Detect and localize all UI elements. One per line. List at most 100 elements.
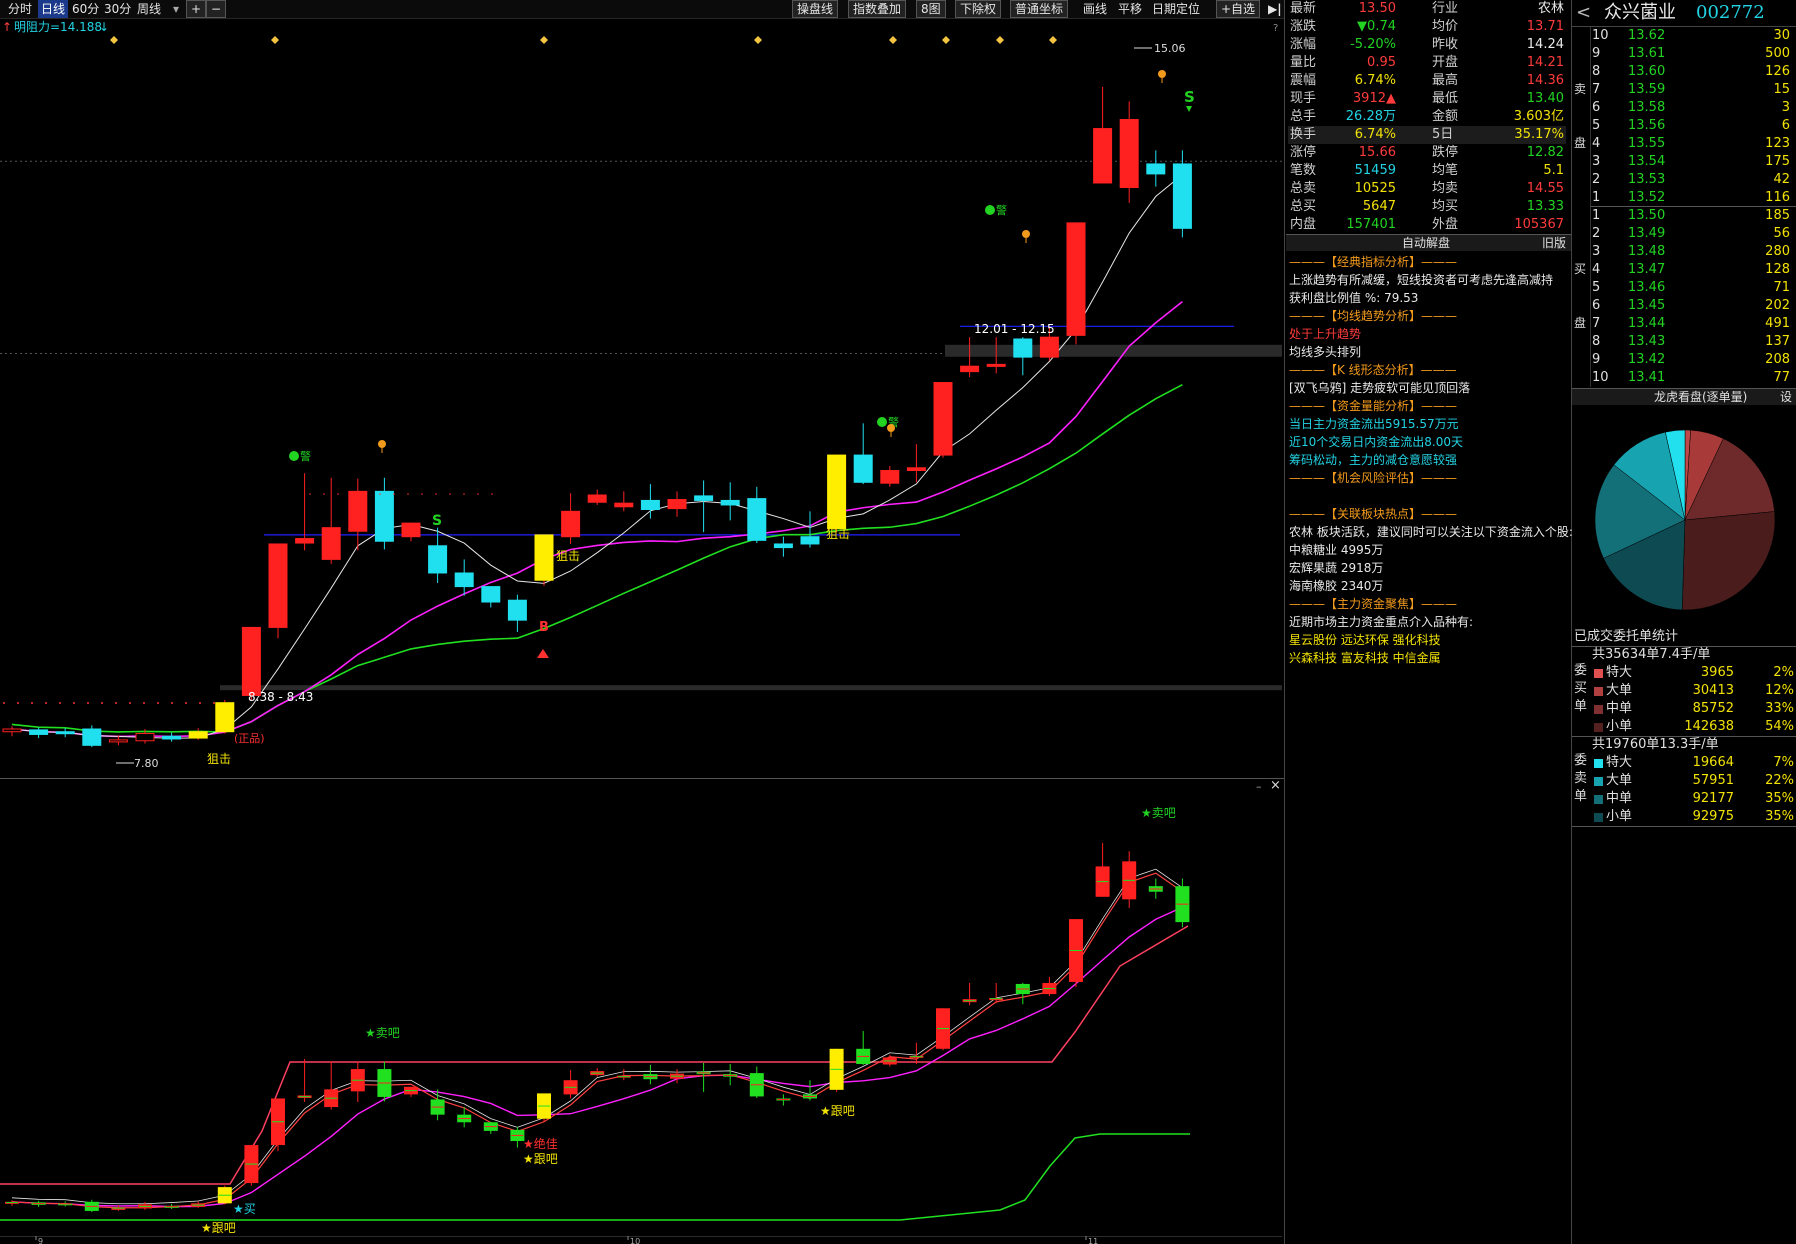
- buy-level: 9: [1592, 352, 1601, 367]
- indicator-chart[interactable]: ★卖吧 ★卖吧 ★跟吧 ★跟吧 ★跟吧 ★买 ★绝佳: [0, 796, 1282, 1236]
- sell-level: 7: [1592, 82, 1601, 97]
- snipe-label: 狙击: [207, 752, 231, 766]
- stats-percent: 22%: [1765, 773, 1794, 788]
- sell-price: 13.58: [1628, 100, 1666, 115]
- candle-body: [481, 586, 501, 603]
- date-locate-button[interactable]: 日期定位: [1152, 0, 1200, 18]
- diamond-marker: [540, 36, 548, 44]
- menu-operation-line[interactable]: 操盘线: [792, 0, 839, 18]
- buy-price: 13.44: [1628, 316, 1666, 331]
- candle-body: [135, 733, 155, 742]
- stats-swatch: [1594, 687, 1603, 696]
- buy-level-row: 5 13.46 71: [1592, 279, 1796, 297]
- sell-level: 6: [1592, 100, 1601, 115]
- pan-button[interactable]: 平移: [1118, 0, 1142, 18]
- dragon-tiger-title: 龙虎看盘(逐单量): [1654, 390, 1748, 404]
- draw-line-button[interactable]: 画线: [1083, 0, 1107, 18]
- buy-level-row: 8 13.43 137: [1592, 333, 1796, 351]
- tab-weekly[interactable]: 周线: [137, 0, 161, 18]
- buy-triangle-icon: [537, 649, 549, 658]
- quote-row: 换手 6.74% 5日 35.17%: [1288, 126, 1566, 144]
- candle-body: [773, 543, 793, 549]
- sell-volume: 30: [1773, 28, 1790, 43]
- candle-body: [694, 495, 714, 501]
- menu-ex-rights[interactable]: 下除权: [955, 0, 1002, 18]
- buy-volume: 56: [1773, 226, 1790, 241]
- minimize-icon[interactable]: –: [1256, 780, 1262, 794]
- dot-marker: [171, 702, 173, 704]
- quote-value: ▼0.74: [1357, 19, 1396, 34]
- analysis-line: 当日主力资金流出5915.57万元: [1289, 417, 1459, 431]
- quote-row: 最新 13.50 行业 农林: [1288, 0, 1566, 18]
- settings-button[interactable]: 设: [1780, 390, 1792, 404]
- stats-row: 大单 30413 12%: [1592, 682, 1796, 700]
- stats-side-label: 卖: [1574, 771, 1588, 786]
- menu-multi-chart[interactable]: 8图: [916, 0, 946, 18]
- back-icon[interactable]: <: [1576, 2, 1591, 24]
- sell-level-row: 2 13.53 42: [1592, 171, 1796, 189]
- candle-body: [1066, 222, 1086, 336]
- peak-price-label: 15.06: [1154, 42, 1186, 55]
- chevron-down-icon[interactable]: ▾: [173, 0, 179, 18]
- menu-index-overlay[interactable]: 指数叠加: [848, 0, 907, 18]
- zoom-in-button[interactable]: +: [186, 0, 207, 18]
- buy-signal: B: [539, 620, 549, 635]
- dot-marker: [463, 493, 465, 495]
- tab-30min[interactable]: 30分: [104, 0, 131, 18]
- pane-divider[interactable]: [0, 778, 1284, 779]
- stats-swatch: [1594, 795, 1603, 804]
- quote-key: 涨幅: [1290, 37, 1317, 52]
- diamond-marker: [754, 36, 762, 44]
- up-arrow-icon: ↑: [2, 20, 13, 34]
- tab-60min[interactable]: 60分: [72, 0, 99, 18]
- stock-code: 002772: [1696, 2, 1765, 23]
- sell-level-row: 3 13.54 175: [1592, 153, 1796, 171]
- candle-body: [321, 527, 341, 560]
- diamond-marker: [942, 36, 950, 44]
- buy-volume: 71: [1773, 280, 1790, 295]
- dot-marker: [17, 702, 19, 704]
- buy-price: 13.45: [1628, 298, 1666, 313]
- book-side-rule: [1590, 27, 1591, 387]
- buy-level: 5: [1592, 280, 1601, 295]
- quote-key-2: 均买: [1432, 199, 1459, 214]
- candle-body: [800, 536, 820, 545]
- sell-label-1: 卖: [1574, 82, 1587, 96]
- candle-body: [1013, 338, 1033, 358]
- lower-ma-white: [11, 868, 1183, 1205]
- zoom-out-button[interactable]: −: [206, 0, 227, 18]
- quote-value-2: 14.36: [1526, 73, 1564, 88]
- analysis-title: 自动解盘: [1402, 236, 1451, 250]
- price-chart[interactable]: 15.0612.01 - 12.158.38 - 8.437.80 狙击狙击狙击(…: [0, 36, 1282, 778]
- help-icon[interactable]: ?: [1273, 22, 1278, 36]
- stats-percent: 33%: [1765, 701, 1794, 716]
- dot-marker: [45, 702, 47, 704]
- tab-intraday[interactable]: 分时: [8, 0, 32, 18]
- dot-marker: [449, 493, 451, 495]
- stats-percent: 12%: [1765, 683, 1794, 698]
- quote-row: 涨停 15.66 跌停 12.82: [1288, 144, 1566, 162]
- quote-value: 6.74%: [1354, 73, 1396, 88]
- menu-coordinate[interactable]: 普通坐标: [1010, 0, 1069, 18]
- ma-white-line: [11, 174, 1183, 739]
- old-version-button[interactable]: 旧版: [1542, 236, 1566, 250]
- warn-label: 警: [996, 203, 1007, 217]
- analysis-line: ———【机会风险评估】———: [1289, 471, 1458, 485]
- panel-divider[interactable]: [1284, 0, 1285, 1244]
- quote-value-2: 14.55: [1526, 181, 1564, 196]
- candle-body: [162, 735, 182, 740]
- buy-order-summary: 共35634单7.4手/单: [1592, 647, 1711, 662]
- quote-value: 15.66: [1358, 145, 1396, 160]
- buy-price: 13.48: [1628, 244, 1666, 259]
- buy-level-row: 7 13.44 491: [1592, 315, 1796, 333]
- close-icon[interactable]: ×: [1270, 779, 1281, 793]
- signal-label: ★卖吧: [365, 1026, 400, 1040]
- sell-level: 3: [1592, 154, 1601, 169]
- analysis-line: ———【K 线形态分析】———: [1289, 363, 1457, 377]
- quote-value-2: 3.603亿: [1513, 109, 1564, 124]
- collapse-panel-icon[interactable]: ▶|: [1268, 0, 1282, 18]
- tab-daily[interactable]: 日线: [38, 0, 69, 18]
- candle-body: [614, 502, 634, 508]
- candle-body: [188, 731, 208, 739]
- watchlist-button[interactable]: +自选: [1216, 0, 1261, 18]
